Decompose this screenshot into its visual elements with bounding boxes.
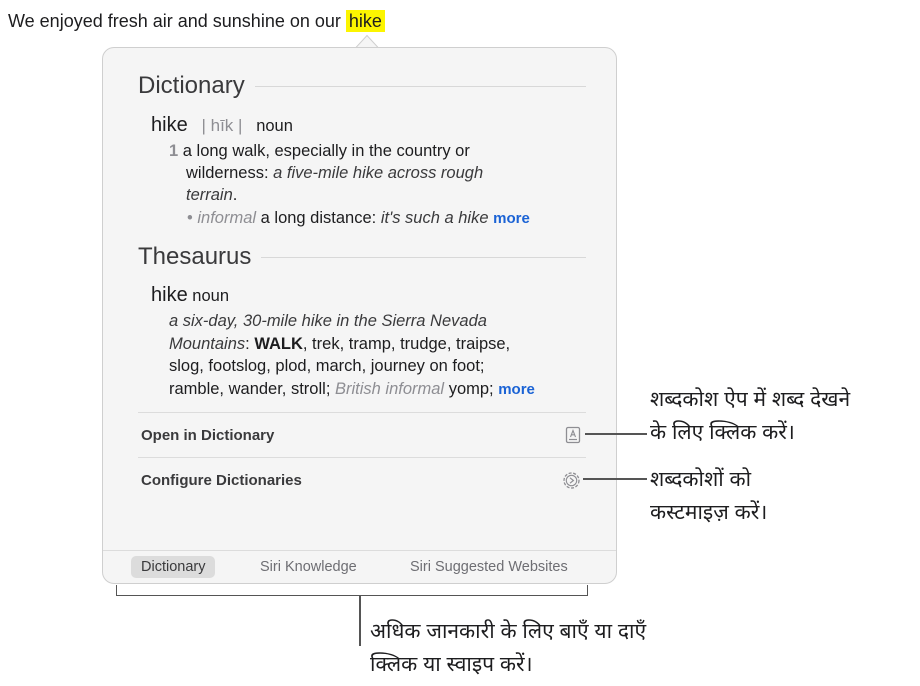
thesaurus-line: Mountains: WALK, trek, tramp, trudge, tr… [169,333,510,355]
thesaurus-section-header: Thesaurus [138,243,586,271]
tab-dictionary[interactable]: Dictionary [131,556,216,578]
definition-text: a long walk, especially in the country o… [182,142,470,160]
definition-text: wilderness: [186,164,274,182]
action-divider [138,412,586,413]
definition-line: terrain. [186,184,237,206]
action-divider [138,457,586,458]
thesaurus-example: Mountains [169,335,246,353]
definition-line: wilderness: a five-mile hike across roug… [186,162,483,184]
dictionary-section-header: Dictionary [138,72,586,100]
tab-siri-suggested-websites[interactable]: Siri Suggested Websites [410,556,568,578]
thesaurus-line: a six-day, 30-mile hike in the Sierra Ne… [169,310,487,332]
register-label: informal [197,209,257,227]
thesaurus-synonyms: , trek, tramp, trudge, traipse, [302,335,511,353]
part-of-speech: noun [192,287,230,305]
dictionary-more-link[interactable]: more [493,210,530,227]
callout-line: शब्दकोश ऐप में शब्द देखने [650,388,851,411]
thesaurus-synonyms: ramble, wander, stroll; [169,380,335,398]
configure-dictionaries-button[interactable]: Configure Dictionaries [141,468,581,492]
tabs-divider [103,550,616,551]
section-divider [254,85,586,87]
callout-line: अधिक जानकारी के लिए बाएँ या दाएँ [370,620,647,643]
configure-dictionaries-label: Configure Dictionaries [141,471,302,489]
bullet: • [187,209,193,227]
thesaurus-synonyms: slog, footslog, plod, march, journey on … [169,357,485,375]
callout-line: के लिए क्लिक करें। [650,421,795,444]
sense-number: 1 [169,142,179,160]
thesaurus-heading: Thesaurus [138,243,252,270]
thesaurus-example: a six-day, 30-mile hike in the Sierra Ne… [169,312,487,330]
gear-icon [562,471,581,490]
tabs-bracket-stem [359,596,361,646]
lookup-popover: Dictionary hike | hīk | noun 1 a long wa… [102,47,617,584]
open-in-dictionary-callout: शब्दकोश ऐप में शब्द देखने के लिए क्लिक क… [650,383,850,449]
open-in-dictionary-button[interactable]: Open in Dictionary [141,423,581,447]
sub-definition-line: • informal a long distance: it's such a … [187,207,530,230]
definition-example: a five-mile hike across rough [273,164,484,182]
definition-text: a long distance: [256,209,381,227]
configure-callout-leader [583,478,647,480]
part-of-speech: noun [256,117,293,135]
definition-example: it's such a hike [380,209,489,227]
callout-line: कस्टमाइज़ करें। [650,501,768,524]
definition-example: terrain [186,186,233,204]
open-callout-leader [585,433,647,435]
thesaurus-line: ramble, wander, stroll; British informal… [169,378,535,401]
callout-line: शब्दकोशों को [650,468,752,491]
thesaurus-headword: hike [151,284,188,306]
open-in-dictionary-label: Open in Dictionary [141,426,275,444]
thesaurus-main-synonym: WALK [254,335,303,353]
dictionary-book-icon [565,426,581,444]
dictionary-headword-line: hike | hīk | noun [151,114,293,137]
thesaurus-more-link[interactable]: more [498,381,535,398]
tabs-bracket [116,585,588,596]
pronunciation: | hīk | [201,116,243,135]
sentence-text: We enjoyed fresh air and sunshine on our [8,11,346,31]
callout-line: क्लिक या स्वाइप करें। [370,653,533,676]
thesaurus-synonyms: yomp; [444,380,499,398]
definition-line: 1 a long walk, especially in the country… [169,140,470,162]
highlighted-word[interactable]: hike [345,10,385,32]
section-divider [261,256,586,258]
tabs-callout: अधिक जानकारी के लिए बाएँ या दाएँ क्लिक य… [370,615,646,681]
register-label: British informal [334,380,445,398]
tab-siri-knowledge[interactable]: Siri Knowledge [260,556,357,578]
definition-text: . [232,186,238,204]
thesaurus-text: : [245,335,255,353]
sample-sentence: We enjoyed fresh air and sunshine on our… [8,8,385,34]
dictionary-heading: Dictionary [138,72,245,99]
thesaurus-line: slog, footslog, plod, march, journey on … [169,355,485,377]
configure-callout: शब्दकोशों को कस्टमाइज़ करें। [650,463,767,529]
thesaurus-headword-line: hike noun [151,284,229,307]
dictionary-headword: hike [151,114,188,136]
